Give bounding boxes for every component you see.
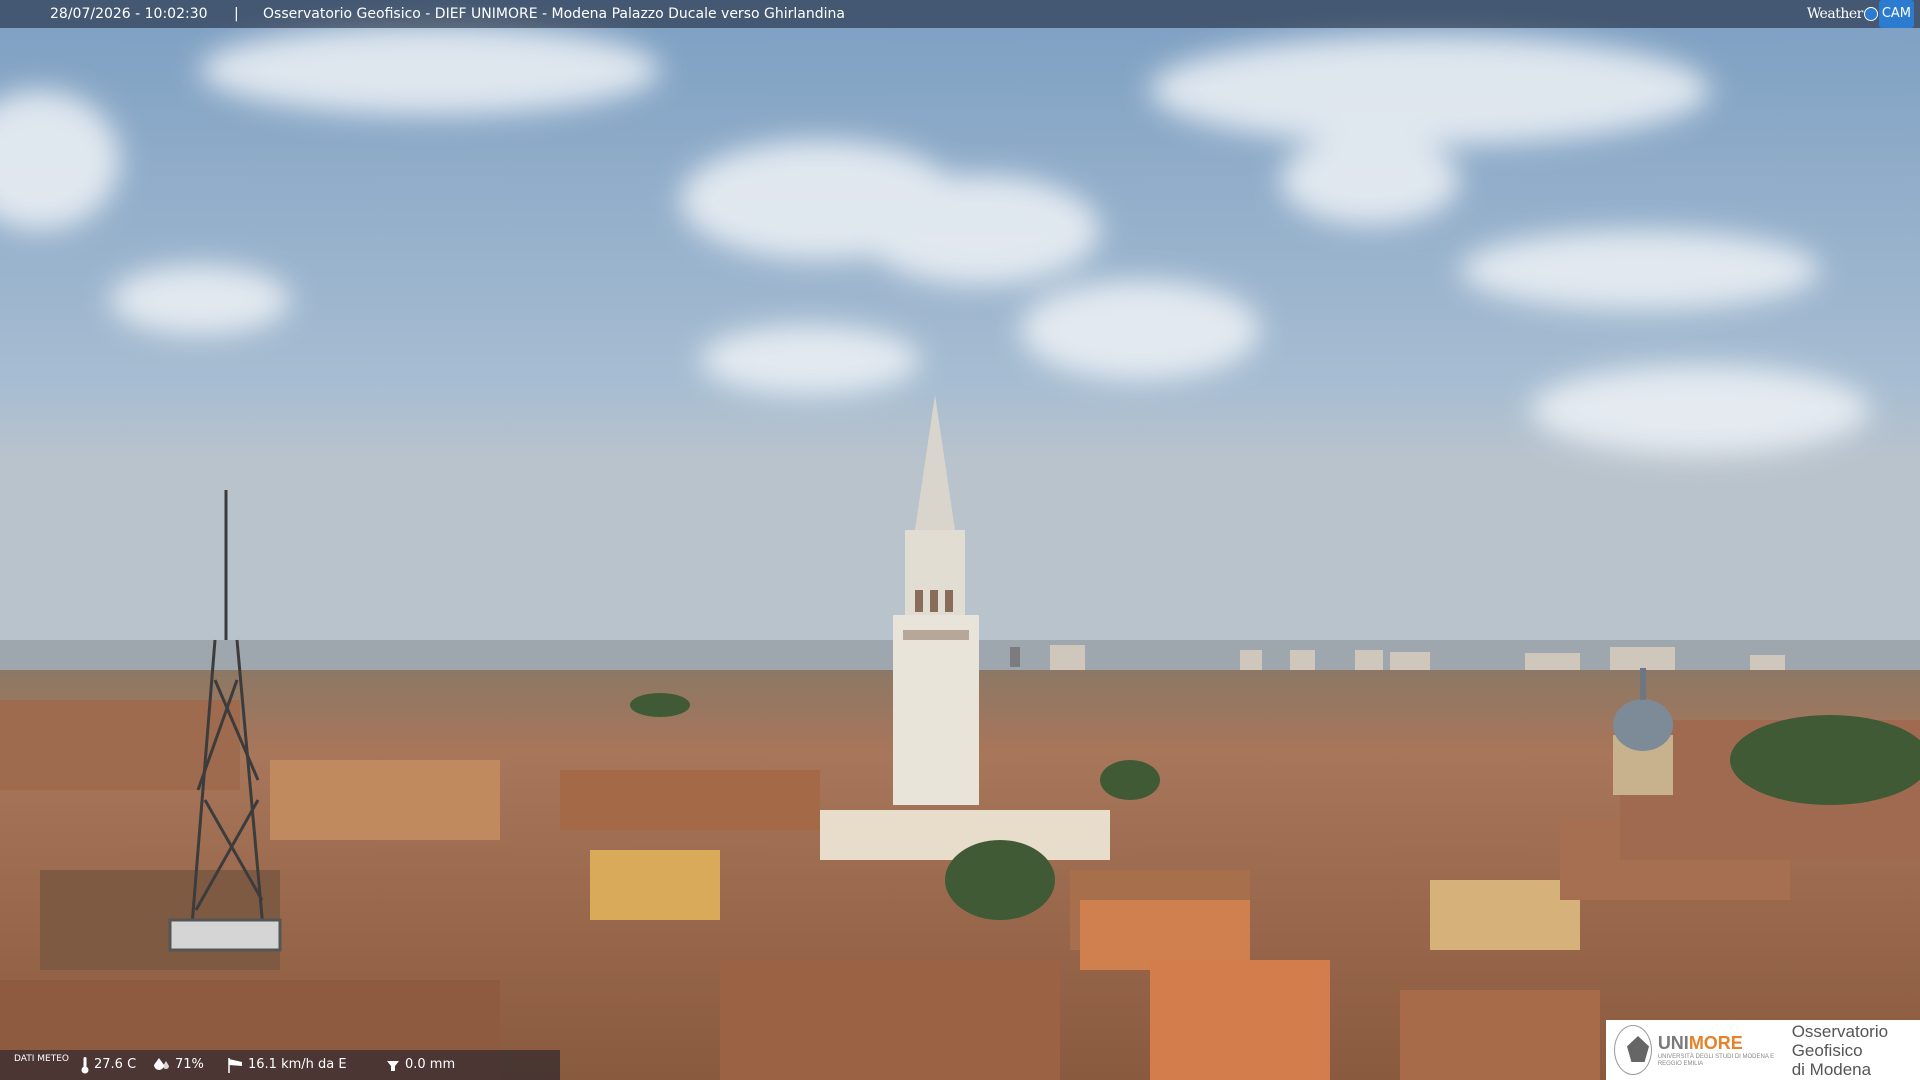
camera-location-title: Osservatorio Geofisico - DIEF UNIMORE - … — [263, 6, 845, 22]
temperature-value: 27.6 C — [94, 1057, 137, 1072]
rain-value: 0.0 mm — [405, 1057, 456, 1072]
observatory-name: Osservatorio Geofisico di Modena — [1791, 1021, 1889, 1079]
university-emblem-icon — [1614, 1025, 1652, 1075]
unimore-wordmark: UNIMORE UNIVERSITÀ DEGLI STUDI DI MODENA… — [1658, 1033, 1780, 1068]
wind-sock-icon — [228, 1058, 242, 1073]
rain-readout: 0.0 mm — [385, 1050, 455, 1080]
temperature-readout: 27.6 C — [80, 1050, 136, 1080]
webcam-image — [0, 0, 1920, 1080]
weather-data-label: DATI METEO — [14, 1054, 69, 1064]
weather-data-bar: DATI METEO 27.6 C 71% 16.1 km/h da E 0.0… — [0, 1050, 560, 1080]
camera-lens-icon — [1863, 7, 1878, 21]
weathercam-weather-text: Weather — [1806, 6, 1864, 22]
wind-readout: 16.1 km/h da E — [226, 1050, 347, 1080]
thermometer-icon — [81, 1057, 89, 1074]
top-overlay-bar: 28/07/2026 - 10:02:30 | Osservatorio Geo… — [0, 0, 1920, 28]
separator: | — [234, 6, 239, 22]
wind-value: 16.1 km/h da E — [248, 1057, 347, 1072]
unimore-subtitle: UNIVERSITÀ DEGLI STUDI DI MODENA E REGGI… — [1657, 1053, 1775, 1067]
humidity-drop-icon — [154, 1058, 169, 1070]
humidity-readout: 71% — [153, 1050, 204, 1080]
rain-gauge-icon — [387, 1061, 399, 1071]
unimore-logo: UNIMORE UNIVERSITÀ DEGLI STUDI DI MODENA… — [1606, 1020, 1920, 1080]
weathercam-logo: Weather CAM — [1806, 0, 1914, 28]
weathercam-cam-text: CAM — [1878, 0, 1914, 28]
humidity-value: 71% — [175, 1057, 204, 1072]
timestamp: 28/07/2026 - 10:02:30 — [50, 6, 208, 22]
